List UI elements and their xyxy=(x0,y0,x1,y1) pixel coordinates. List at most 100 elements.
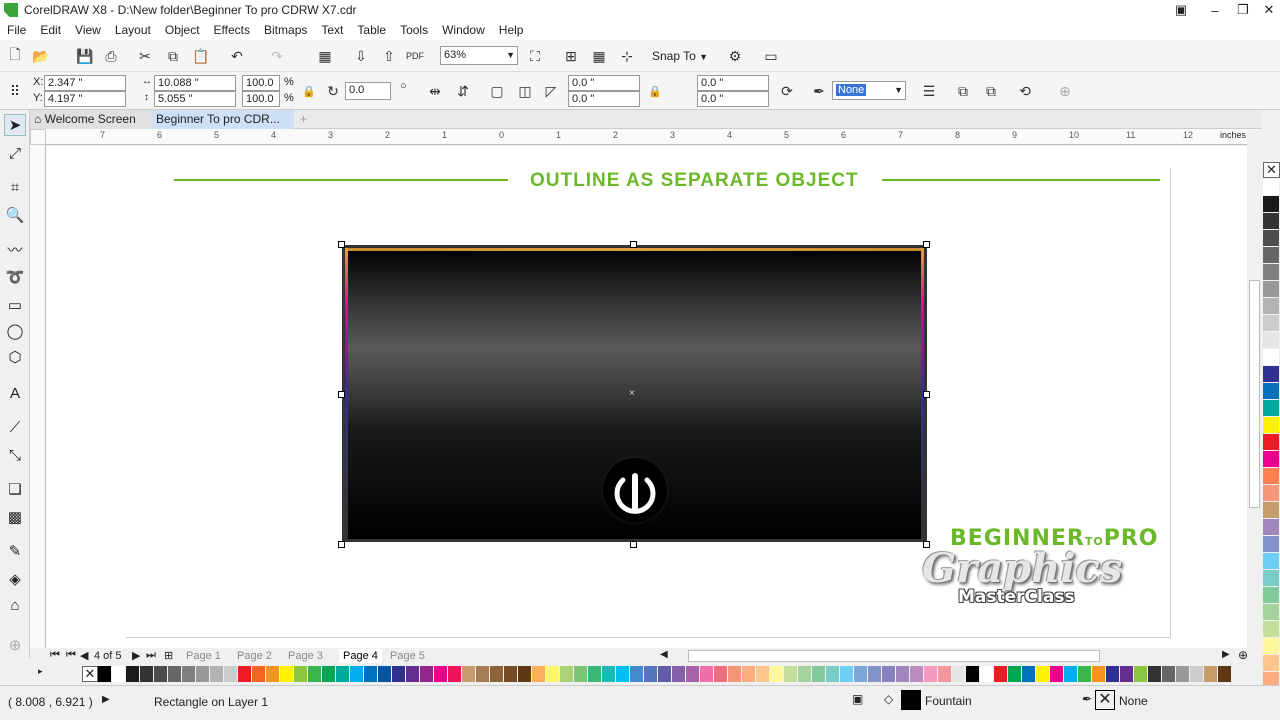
corner-bottom-left-input[interactable]: 0.0 " xyxy=(568,91,640,107)
palette-swatch[interactable] xyxy=(518,666,531,682)
palette-swatch[interactable] xyxy=(1263,655,1279,671)
selection-handle[interactable] xyxy=(630,241,637,248)
close-button[interactable]: ✕ xyxy=(1254,0,1280,20)
add-page-icon[interactable]: ⊞ xyxy=(164,649,173,662)
redo-icon[interactable]: ↷ xyxy=(266,45,288,67)
menu-object[interactable]: Object xyxy=(158,23,207,37)
menu-help[interactable]: Help xyxy=(492,23,531,37)
show-rulers-icon[interactable]: ⊞ xyxy=(560,45,582,67)
palette-swatch[interactable] xyxy=(392,666,405,682)
palette-swatch[interactable] xyxy=(1190,666,1203,682)
to-front-icon[interactable]: ⧉ xyxy=(952,80,974,102)
page-tab[interactable]: Page 1 xyxy=(186,649,221,663)
palette-swatch[interactable] xyxy=(826,666,839,682)
palette-swatch[interactable] xyxy=(896,666,909,682)
new-document-icon[interactable]: 🗋 xyxy=(4,45,26,67)
import-icon[interactable]: ⇩ xyxy=(350,45,372,67)
corner-top-left-input[interactable]: 0.0 " xyxy=(568,75,640,91)
horizontal-scroll-thumb[interactable] xyxy=(688,650,1100,662)
palette-swatch[interactable] xyxy=(1120,666,1133,682)
scale-x-input[interactable]: 100.0 xyxy=(242,75,280,91)
zoom-level-select[interactable]: 63% ▼ xyxy=(440,46,518,65)
palette-swatch[interactable] xyxy=(994,666,1007,682)
corner-bottom-right-input[interactable]: 0.0 " xyxy=(697,91,769,107)
ruler-origin[interactable] xyxy=(30,129,46,145)
palette-swatch[interactable] xyxy=(728,666,741,682)
palette-swatch[interactable] xyxy=(1263,536,1279,552)
selection-handle[interactable] xyxy=(338,541,345,548)
outline-pen-icon[interactable]: ✒ xyxy=(808,80,830,102)
palette-swatch[interactable] xyxy=(1263,213,1279,229)
palette-swatch[interactable] xyxy=(630,666,643,682)
x-position-input[interactable]: 2.347 " xyxy=(44,75,126,91)
palette-swatch[interactable] xyxy=(462,666,475,682)
selection-handle[interactable] xyxy=(923,391,930,398)
palette-swatch[interactable] xyxy=(1176,666,1189,682)
palette-swatch[interactable] xyxy=(1263,587,1279,603)
palette-swatch[interactable] xyxy=(1263,553,1279,569)
palette-swatch[interactable] xyxy=(574,666,587,682)
palette-swatch[interactable] xyxy=(112,666,125,682)
selection-handle[interactable] xyxy=(923,241,930,248)
palette-swatch[interactable] xyxy=(1263,281,1279,297)
selection-handle[interactable] xyxy=(338,391,345,398)
lock-ratio-icon[interactable]: 🔒 xyxy=(298,80,320,102)
freehand-tool-icon[interactable]: 〰 xyxy=(4,238,26,260)
ellipse-tool-icon[interactable]: ◯ xyxy=(4,320,26,342)
selection-handle[interactable] xyxy=(338,241,345,248)
palette-swatch[interactable] xyxy=(1092,666,1105,682)
palette-swatch[interactable] xyxy=(294,666,307,682)
to-back-icon[interactable]: ⧉ xyxy=(980,80,1002,102)
palette-swatch[interactable] xyxy=(322,666,335,682)
snap-to-dropdown[interactable]: Snap To ▼ xyxy=(652,49,708,63)
drawing-canvas[interactable]: OUTLINE AS SEPARATE OBJECT × BEGINNERTOP… xyxy=(46,146,1262,648)
selected-rectangle[interactable]: × xyxy=(342,245,927,542)
palette-swatch[interactable] xyxy=(1263,298,1279,314)
palette-swatch[interactable] xyxy=(210,666,223,682)
palette-swatch[interactable] xyxy=(1263,247,1279,263)
copy-icon[interactable]: ⧉ xyxy=(162,45,184,67)
menu-bitmaps[interactable]: Bitmaps xyxy=(257,23,314,37)
palette-swatch[interactable] xyxy=(1064,666,1077,682)
palette-swatch[interactable] xyxy=(1263,519,1279,535)
artistic-media-icon[interactable]: ➰ xyxy=(4,266,26,288)
palette-swatch[interactable] xyxy=(672,666,685,682)
palette-swatch[interactable] xyxy=(616,666,629,682)
menu-tools[interactable]: Tools xyxy=(393,23,435,37)
palette-swatch[interactable] xyxy=(406,666,419,682)
previous-page-icon[interactable]: ◀ xyxy=(80,649,88,662)
search-content-icon[interactable]: ▦ xyxy=(314,45,336,67)
open-folder-icon[interactable]: 📂 xyxy=(30,45,52,67)
palette-swatch[interactable] xyxy=(952,666,965,682)
palette-swatch[interactable] xyxy=(756,666,769,682)
lock-corners-icon[interactable]: 🔒 xyxy=(644,80,666,102)
object-origin-icon[interactable]: ⠿ xyxy=(4,80,26,102)
drop-shadow-icon[interactable]: ❏ xyxy=(4,478,26,500)
palette-swatch[interactable] xyxy=(1134,666,1147,682)
palette-swatch[interactable] xyxy=(1263,621,1279,637)
bottom-color-palette[interactable] xyxy=(98,666,1231,682)
publish-pdf-icon[interactable]: PDF xyxy=(404,45,426,67)
interactive-fill-icon[interactable]: ◈ xyxy=(4,568,26,590)
palette-swatch[interactable] xyxy=(742,666,755,682)
menu-layout[interactable]: Layout xyxy=(108,23,158,37)
shape-tool-icon[interactable]: ⤢ xyxy=(4,142,26,164)
zoom-navigator-icon[interactable]: ⊕ xyxy=(1238,648,1248,662)
palette-swatch[interactable] xyxy=(476,666,489,682)
palette-swatch[interactable] xyxy=(308,666,321,682)
scroll-left-icon[interactable]: ◀ xyxy=(660,649,668,660)
vertical-color-palette[interactable] xyxy=(1262,179,1280,705)
tab-document[interactable]: Beginner To pro CDR... xyxy=(152,110,294,129)
vertical-scrollbar[interactable] xyxy=(1247,130,1262,648)
scroll-right-icon[interactable]: ▶ xyxy=(1222,649,1230,660)
add-icon[interactable]: ⊕ xyxy=(1054,80,1076,102)
rotation-input[interactable]: 0.0 xyxy=(345,82,391,100)
first-page-icon[interactable]: ⏮ xyxy=(66,649,76,662)
last-page-icon[interactable]: ⏭ xyxy=(146,649,156,662)
palette-swatch[interactable] xyxy=(504,666,517,682)
save-icon[interactable]: 💾 xyxy=(74,45,96,67)
palette-swatch[interactable] xyxy=(770,666,783,682)
smart-fill-icon[interactable]: ⌂ xyxy=(4,594,26,616)
palette-swatch[interactable] xyxy=(1263,264,1279,280)
palette-swatch[interactable] xyxy=(938,666,951,682)
